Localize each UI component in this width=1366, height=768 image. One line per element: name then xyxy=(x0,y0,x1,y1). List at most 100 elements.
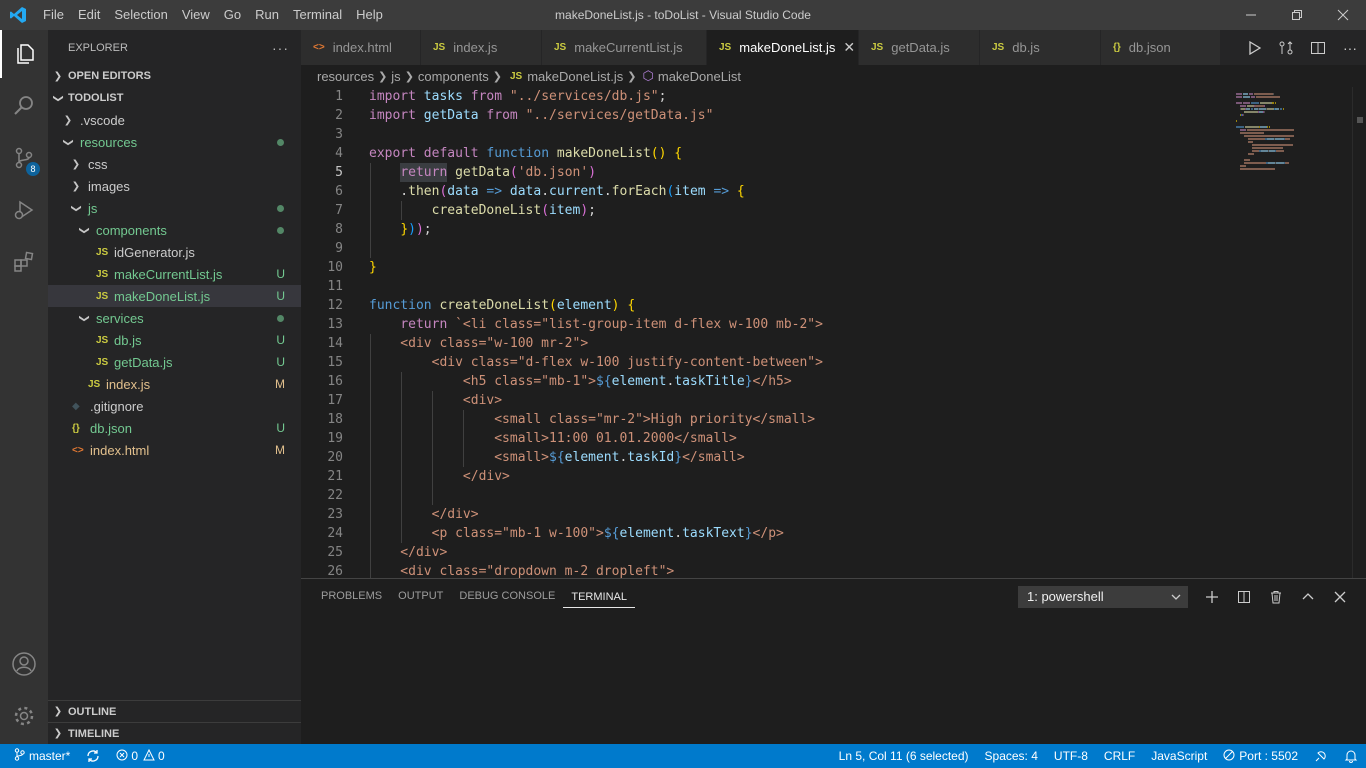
menu-terminal[interactable]: Terminal xyxy=(286,0,349,30)
panel-tab-terminal[interactable]: TERMINAL xyxy=(563,579,635,608)
close-panel-icon[interactable] xyxy=(1324,583,1356,611)
minimap-mark xyxy=(1243,96,1250,98)
open-editors-section[interactable]: ❯ OPEN EDITORS xyxy=(48,65,301,87)
tab-makedonelist-js[interactable]: JS makeDoneList.js ✕ xyxy=(707,30,859,65)
tree-item-db-js[interactable]: JS db.js U xyxy=(48,329,301,351)
menu-edit[interactable]: Edit xyxy=(71,0,107,30)
breadcrumb-item[interactable]: makeDoneList.js xyxy=(527,69,623,84)
breadcrumb-item[interactable]: makeDoneList xyxy=(658,69,741,84)
encoding-status[interactable]: UTF-8 xyxy=(1046,744,1096,768)
menu-selection[interactable]: Selection xyxy=(107,0,174,30)
close-window-icon[interactable] xyxy=(1320,0,1366,30)
more-actions-icon[interactable]: ··· xyxy=(272,40,289,56)
code-editor[interactable]: 1 import tasks from "../services/db.js"; 2… xyxy=(301,87,1366,578)
minimap[interactable] xyxy=(1236,87,1351,578)
tab-db-json[interactable]: {} db.json xyxy=(1101,30,1221,65)
minimap-mark xyxy=(1251,96,1255,98)
source-control-icon[interactable]: 8 xyxy=(0,134,48,182)
breadcrumb-item[interactable]: js xyxy=(391,69,400,84)
cursor-position[interactable]: Ln 5, Col 11 (6 selected) xyxy=(831,744,977,768)
tab-getdata-js[interactable]: JS getData.js xyxy=(859,30,980,65)
tab-makecurrentlist-js[interactable]: JS makeCurrentList.js xyxy=(542,30,707,65)
minimize-icon[interactable] xyxy=(1228,0,1274,30)
terminal-select[interactable]: 1: powershell xyxy=(1018,586,1188,608)
tab-index-html[interactable]: <> index.html xyxy=(301,30,421,65)
tree-item-vscode[interactable]: ❯ .vscode xyxy=(48,109,301,131)
restore-icon[interactable] xyxy=(1274,0,1320,30)
code-token: element xyxy=(556,298,612,313)
problems-status[interactable]: 0 0 xyxy=(108,744,172,768)
menu-help[interactable]: Help xyxy=(349,0,390,30)
tree-item-services[interactable]: ❯ services xyxy=(48,307,301,329)
code-token: `<li class="list-group-item d-flex w-100… xyxy=(455,317,823,332)
code-token: ) xyxy=(588,165,597,180)
code-token: <small>11:00 01.01.2000</small> xyxy=(369,431,737,446)
breadcrumb-item[interactable]: resources xyxy=(317,69,374,84)
sync-icon[interactable] xyxy=(78,744,108,768)
tree-item-makedonelist-js[interactable]: JS makeDoneList.js U xyxy=(48,285,301,307)
split-editor-icon[interactable] xyxy=(1302,30,1334,65)
run-icon[interactable] xyxy=(1238,30,1270,65)
line-number: 6 xyxy=(335,184,343,199)
feedback-icon[interactable] xyxy=(1306,744,1336,768)
error-icon xyxy=(116,749,128,764)
close-tab-icon[interactable]: ✕ xyxy=(843,39,855,56)
language-mode[interactable]: JavaScript xyxy=(1143,744,1215,768)
tree-item-resources[interactable]: ❯ resources xyxy=(48,131,301,153)
tree-item-gitignore[interactable]: ◆ .gitignore xyxy=(48,395,301,417)
code-token: <div class="dropdown m-2 dropleft"> xyxy=(369,564,675,578)
extensions-icon[interactable] xyxy=(0,238,48,286)
tab-db-js[interactable]: JS db.js xyxy=(980,30,1101,65)
manage-gear-icon[interactable] xyxy=(0,692,48,740)
panel-tab-debug-console[interactable]: DEBUG CONSOLE xyxy=(451,579,563,614)
minimap-mark xyxy=(1243,93,1248,95)
menu-file[interactable]: File xyxy=(36,0,71,30)
breadcrumb-item[interactable]: components xyxy=(418,69,489,84)
explorer-icon[interactable] xyxy=(0,30,48,78)
menu-go[interactable]: Go xyxy=(217,0,248,30)
menu-view[interactable]: View xyxy=(175,0,217,30)
open-changes-icon[interactable] xyxy=(1270,30,1302,65)
js-file-icon: JS xyxy=(554,42,567,53)
tree-item-getdata-js[interactable]: JS getData.js U xyxy=(48,351,301,373)
code-token: => xyxy=(486,184,503,199)
tree-item-db-json[interactable]: {} db.json U xyxy=(48,417,301,439)
panel-tab-output[interactable]: OUTPUT xyxy=(390,579,451,614)
panel-tab-problems[interactable]: PROBLEMS xyxy=(313,579,390,614)
line-number: 5 xyxy=(335,165,343,180)
tree-item-js[interactable]: ❯ js xyxy=(48,197,301,219)
tree-item-css[interactable]: ❯ css xyxy=(48,153,301,175)
tab-index-js[interactable]: JS index.js xyxy=(421,30,542,65)
branch-status[interactable]: master* xyxy=(0,744,78,768)
tree-item-index-html[interactable]: <> index.html M xyxy=(48,439,301,461)
kill-terminal-icon[interactable] xyxy=(1260,583,1292,611)
notifications-bell-icon[interactable] xyxy=(1336,744,1366,768)
tree-item-idgenerator-js[interactable]: JS idGenerator.js xyxy=(48,241,301,263)
indentation-status[interactable]: Spaces: 4 xyxy=(977,744,1046,768)
search-icon[interactable] xyxy=(0,82,48,130)
menu-run[interactable]: Run xyxy=(248,0,286,30)
tree-item-index-js[interactable]: JS index.js M xyxy=(48,373,301,395)
maximize-panel-icon[interactable] xyxy=(1292,583,1324,611)
outline-section[interactable]: ❯ OUTLINE xyxy=(48,700,301,722)
code-token: from xyxy=(470,89,503,104)
tree-item-makecurrentlist-js[interactable]: JS makeCurrentList.js U xyxy=(48,263,301,285)
split-terminal-icon[interactable] xyxy=(1228,583,1260,611)
code-text: import tasks from "../services/db.js"; xyxy=(369,87,666,106)
json-file-icon: {} xyxy=(72,422,80,434)
tree-item-images[interactable]: ❯ images xyxy=(48,175,301,197)
vertical-scrollbar[interactable] xyxy=(1352,87,1366,578)
tree-item-components[interactable]: ❯ components xyxy=(48,219,301,241)
project-section[interactable]: ❯ TODOLIST xyxy=(48,87,301,109)
new-terminal-icon[interactable] xyxy=(1196,583,1228,611)
more-editor-actions-icon[interactable]: ··· xyxy=(1334,30,1366,65)
code-token: tasks xyxy=(423,89,463,104)
run-debug-icon[interactable] xyxy=(0,186,48,234)
eol-status[interactable]: CRLF xyxy=(1096,744,1143,768)
live-server-port[interactable]: Port : 5502 xyxy=(1215,744,1306,768)
scroll-thumb[interactable] xyxy=(1357,117,1363,123)
timeline-section[interactable]: ❯ TIMELINE xyxy=(48,722,301,744)
account-icon[interactable] xyxy=(0,640,48,688)
